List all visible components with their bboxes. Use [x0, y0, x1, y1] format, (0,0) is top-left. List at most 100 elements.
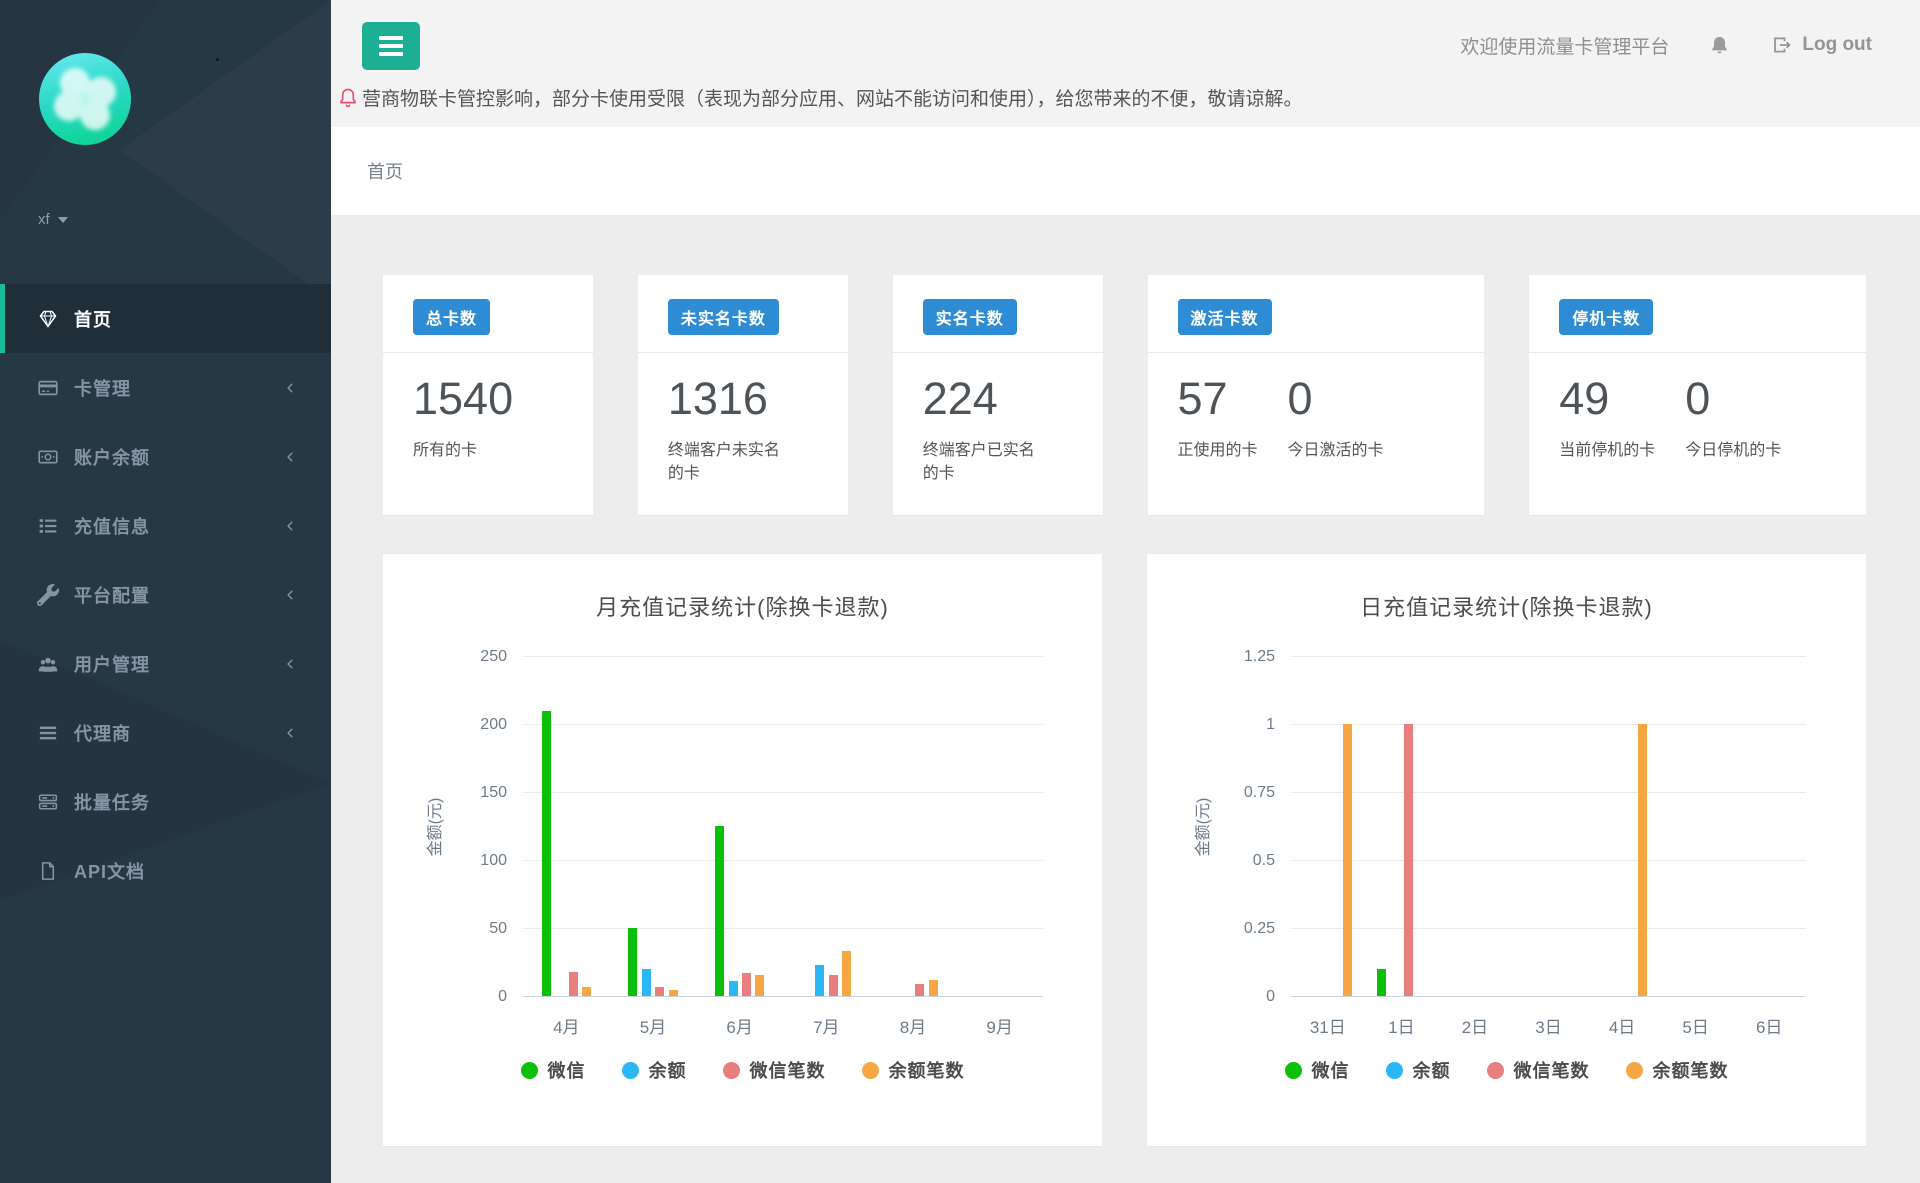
stat-badge: 未实名卡数	[668, 299, 779, 335]
caret-down-icon	[58, 217, 68, 223]
breadcrumb-bar: 首页	[331, 127, 1920, 215]
gridline	[1291, 792, 1806, 793]
stat-label: 终端客户未实名的卡	[668, 439, 786, 485]
x-tick-label: 8月	[900, 1013, 926, 1038]
chart-bar	[815, 965, 824, 996]
notice-text: 营商物联卡管控影响，部分卡使用受限（表现为部分应用、网站不能访问和使用），给您带…	[362, 84, 1303, 111]
gem-icon	[37, 308, 59, 330]
sidebar-item-recharge-info[interactable]: 充值信息	[0, 491, 331, 560]
sidebar-item-platform-config[interactable]: 平台配置	[0, 560, 331, 629]
x-tick-label: 9月	[986, 1013, 1012, 1038]
sidebar-item-label: 账户余额	[74, 444, 150, 470]
gridline	[1291, 724, 1806, 725]
legend-dot-icon	[521, 1062, 538, 1079]
sidebar-item-label: API文档	[74, 858, 145, 884]
sidebar-item-label: 用户管理	[74, 651, 150, 677]
gridline	[1291, 928, 1806, 929]
y-tick-label: 100	[480, 852, 507, 870]
legend-dot-icon	[723, 1062, 740, 1079]
sidebar-nav: 首页卡管理账户余额充值信息平台配置用户管理代理商批量任务 API文档	[0, 284, 331, 905]
stat-value-column: 1316终端客户未实名的卡	[668, 373, 786, 485]
y-tick-label: 0.75	[1244, 784, 1275, 802]
legend-item[interactable]: 余额	[1386, 1057, 1451, 1083]
gridline	[523, 792, 1043, 793]
legend-item[interactable]: 余额	[622, 1057, 687, 1083]
sidebar-item-label: 首页	[74, 306, 112, 332]
legend-label: 微信	[1312, 1057, 1350, 1083]
chevron-left-icon	[283, 450, 297, 464]
breadcrumb[interactable]: 首页	[367, 158, 403, 184]
legend-label: 余额	[649, 1057, 687, 1083]
gridline	[1291, 860, 1806, 861]
header-right-group: 欢迎使用流量卡管理平台 Log out	[1460, 0, 1872, 90]
chart-bar	[829, 975, 838, 997]
stat-value-column: 49当前停机的卡	[1559, 373, 1655, 462]
stat-badge: 激活卡数	[1178, 299, 1272, 335]
sidebar-item-label: 卡管理	[74, 375, 131, 401]
plot-area: 金额(元)00.250.50.7511.2531日1日2日3日4日5日6日	[1291, 657, 1806, 997]
page-content: 总卡数1540所有的卡未实名卡数1316终端客户未实名的卡实名卡数224终端客户…	[331, 215, 1920, 1183]
chart-bar	[1638, 724, 1647, 996]
y-axis-label: 金额(元)	[421, 782, 445, 872]
wrench-icon	[37, 584, 59, 606]
stat-card-header: 实名卡数	[893, 275, 1103, 353]
chart-bar	[1404, 724, 1413, 996]
chart-bar	[655, 987, 664, 997]
y-axis-label: 金额(元)	[1189, 782, 1213, 872]
gridline	[523, 996, 1043, 997]
chart-bar	[842, 951, 851, 996]
y-tick-label: 200	[480, 716, 507, 734]
legend-item[interactable]: 余额笔数	[1626, 1057, 1729, 1083]
y-tick-label: 0	[1266, 988, 1275, 1006]
stat-card-unverified-cards: 未实名卡数 1316终端客户未实名的卡	[638, 275, 848, 515]
chart-legend: 微信 余额 微信笔数 余额笔数	[1147, 1057, 1866, 1083]
chart-bar	[582, 987, 591, 997]
sidebar-item-agents[interactable]: 代理商	[0, 698, 331, 767]
legend-item[interactable]: 微信	[521, 1057, 586, 1083]
sidebar-item-account-balance[interactable]: 账户余额	[0, 422, 331, 491]
charts-row: 月充值记录统计(除换卡退款)金额(元)0501001502002504月5月6月…	[383, 554, 1866, 1146]
stat-value-column: 0今日激活的卡	[1288, 373, 1384, 462]
sidebar-toggle-button[interactable]	[362, 22, 420, 70]
legend-label: 微信笔数	[750, 1057, 826, 1083]
sidebar-item-card-management[interactable]: 卡管理	[0, 353, 331, 422]
legend-item[interactable]: 微信	[1285, 1057, 1350, 1083]
stat-badge: 停机卡数	[1559, 299, 1653, 335]
stat-badge: 总卡数	[413, 299, 490, 335]
gridline	[523, 860, 1043, 861]
sidebar-pattern	[120, 0, 331, 300]
stat-value-column: 57正使用的卡	[1178, 373, 1258, 462]
logout-button[interactable]: Log out	[1772, 34, 1872, 56]
chevron-left-icon	[283, 381, 297, 395]
sidebar-item-home[interactable]: 首页	[0, 284, 331, 353]
stat-number: 1540	[413, 373, 513, 425]
chart-bar	[642, 969, 651, 996]
stat-card-header: 激活卡数	[1148, 275, 1485, 353]
daily-recharge-chart: 日充值记录统计(除换卡退款)金额(元)00.250.50.7511.2531日1…	[1147, 554, 1866, 1146]
stat-card-header: 总卡数	[383, 275, 593, 353]
bell-icon[interactable]	[1709, 35, 1730, 56]
legend-dot-icon	[862, 1062, 879, 1079]
sidebar-item-api-docs[interactable]: API文档	[0, 836, 331, 905]
sidebar-user-dropdown[interactable]: xf	[38, 211, 98, 228]
sidebar-item-user-management[interactable]: 用户管理	[0, 629, 331, 698]
legend-item[interactable]: 微信笔数	[1487, 1057, 1590, 1083]
sidebar-item-batch-tasks[interactable]: 批量任务	[0, 767, 331, 836]
sidebar-username: xf	[38, 211, 50, 228]
stray-pixel-dot	[216, 58, 219, 61]
stat-card-verified-cards: 实名卡数224终端客户已实名的卡	[893, 275, 1103, 515]
stat-number: 0	[1288, 373, 1384, 425]
x-tick-label: 31日	[1310, 1013, 1346, 1038]
stat-card-body: 57正使用的卡 0今日激活的卡	[1148, 353, 1485, 492]
legend-item[interactable]: 微信笔数	[723, 1057, 826, 1083]
chart-bar	[569, 972, 578, 997]
legend-label: 余额笔数	[1653, 1057, 1729, 1083]
y-tick-label: 0.5	[1253, 852, 1275, 870]
stat-card-body: 1316终端客户未实名的卡	[638, 353, 848, 515]
file-icon	[37, 860, 59, 882]
legend-item[interactable]: 余额笔数	[862, 1057, 965, 1083]
legend-label: 余额	[1413, 1057, 1451, 1083]
legend-dot-icon	[1487, 1062, 1504, 1079]
gridline	[523, 928, 1043, 929]
y-tick-label: 0.25	[1244, 920, 1275, 938]
